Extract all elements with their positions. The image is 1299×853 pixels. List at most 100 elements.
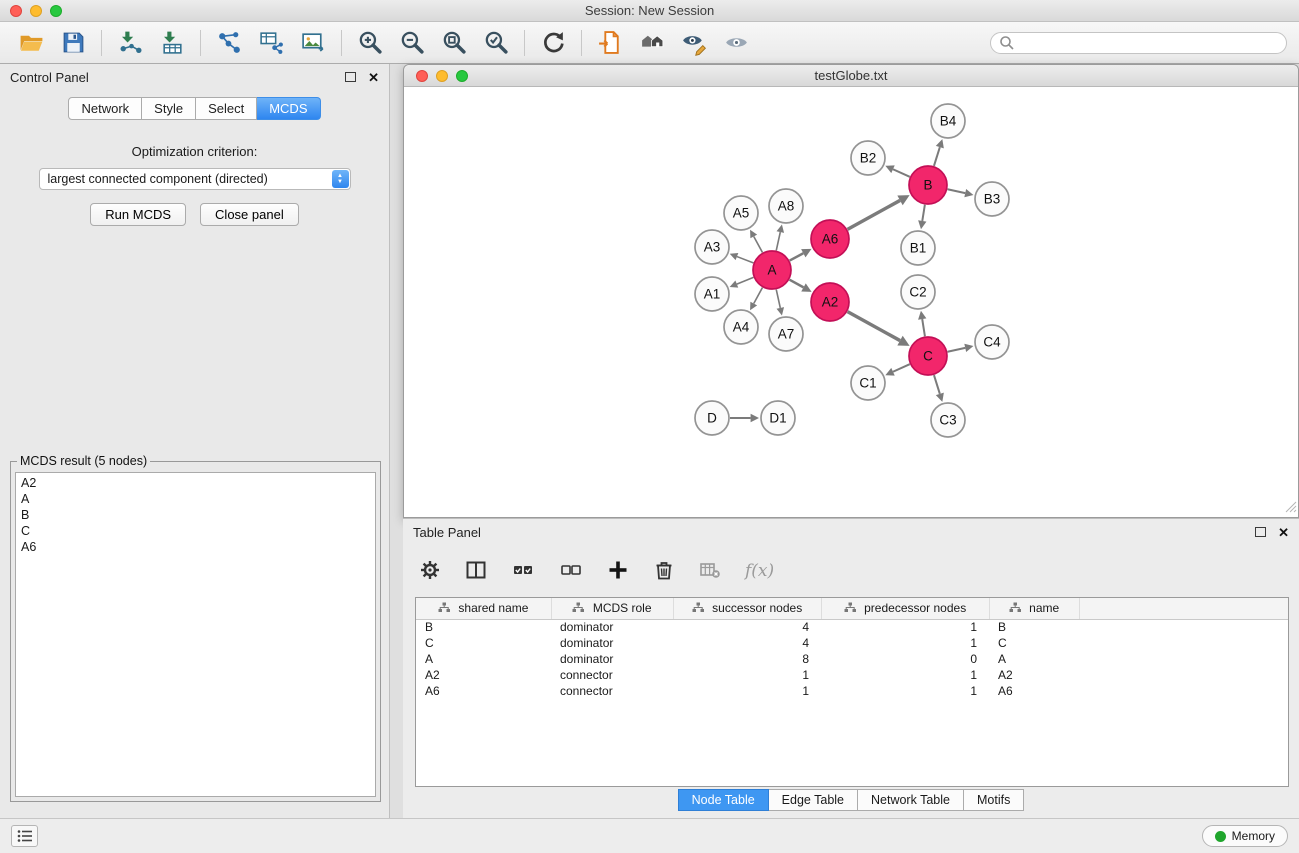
network-window-titlebar[interactable]: testGlobe.txt xyxy=(404,65,1298,87)
zoom-in-button[interactable] xyxy=(349,25,391,61)
graph-edge-A-A1[interactable] xyxy=(737,277,754,284)
graph-edge-B-B1[interactable] xyxy=(922,205,925,221)
save-session-button[interactable] xyxy=(52,25,94,61)
graph-node-A4[interactable]: A4 xyxy=(724,310,758,344)
graph-node-A3[interactable]: A3 xyxy=(695,230,729,264)
graph-edge-C-C2[interactable] xyxy=(922,319,925,336)
graph-node-C1[interactable]: C1 xyxy=(851,366,885,400)
table-cell[interactable]: A6 xyxy=(989,683,1079,699)
graph-edge-B-B3[interactable] xyxy=(948,189,966,193)
table-cell[interactable]: 4 xyxy=(673,619,821,635)
mcds-result-item[interactable]: A2 xyxy=(21,475,370,491)
column-browser-button[interactable] xyxy=(465,559,487,584)
memory-button[interactable]: Memory xyxy=(1202,825,1288,847)
add-column-button[interactable] xyxy=(607,559,629,584)
table-cell[interactable]: 8 xyxy=(673,651,821,667)
column-header-successor-nodes[interactable]: successor nodes xyxy=(673,598,821,619)
tab-edge-table[interactable]: Edge Table xyxy=(769,789,858,811)
graph-node-B3[interactable]: B3 xyxy=(975,182,1009,216)
open-document-button[interactable] xyxy=(589,25,631,61)
graph-node-B2[interactable]: B2 xyxy=(851,141,885,175)
network-canvas[interactable]: B4B2BB3A5A8A6B1A3AC2A1A2A4A7C4CC1DD1C3 xyxy=(404,87,1298,517)
column-header-name[interactable]: name xyxy=(989,598,1079,619)
zoom-window-button[interactable] xyxy=(50,5,62,17)
graph-edge-C-C1[interactable] xyxy=(893,364,910,372)
tab-network[interactable]: Network xyxy=(68,97,142,120)
close-panel-icon[interactable]: ✕ xyxy=(1278,526,1289,539)
tab-style[interactable]: Style xyxy=(142,97,196,120)
mcds-result-item[interactable]: A xyxy=(21,491,370,507)
search-input[interactable] xyxy=(1018,36,1278,50)
network-zoom-button[interactable] xyxy=(456,70,468,82)
resize-grip[interactable] xyxy=(1285,501,1297,516)
table-cell[interactable]: 1 xyxy=(821,619,989,635)
table-cell[interactable]: B xyxy=(989,619,1079,635)
close-panel-button[interactable]: Close panel xyxy=(200,203,299,226)
table-row[interactable]: A6connector11A6 xyxy=(416,683,1288,699)
table-cell[interactable]: connector xyxy=(551,683,673,699)
table-cell[interactable]: A xyxy=(989,651,1079,667)
mcds-result-list[interactable]: A2ABCA6 xyxy=(15,472,376,797)
annotation-view-button[interactable] xyxy=(673,25,715,61)
mcds-result-item[interactable]: C xyxy=(21,523,370,539)
graph-node-B[interactable]: B xyxy=(909,166,947,204)
graph-edge-A-A5[interactable] xyxy=(754,236,763,252)
table-cell[interactable]: A2 xyxy=(989,667,1079,683)
graph-edge-B-B2[interactable] xyxy=(893,169,910,177)
table-cell[interactable]: A2 xyxy=(416,667,551,683)
table-row[interactable]: Cdominator41C xyxy=(416,635,1288,651)
table-row[interactable]: A2connector11A2 xyxy=(416,667,1288,683)
graph-edge-A6-B[interactable] xyxy=(848,200,901,229)
tab-motifs[interactable]: Motifs xyxy=(964,789,1024,811)
table-cell[interactable]: dominator xyxy=(551,651,673,667)
network-minimize-button[interactable] xyxy=(436,70,448,82)
refresh-button[interactable] xyxy=(532,25,574,61)
deselect-all-button[interactable] xyxy=(559,559,583,584)
graph-edge-A-A6[interactable] xyxy=(790,253,804,260)
table-cell[interactable]: A xyxy=(416,651,551,667)
graph-edge-A-A2[interactable] xyxy=(790,280,804,288)
graph-node-B1[interactable]: B1 xyxy=(901,231,935,265)
float-panel-icon[interactable] xyxy=(345,72,356,82)
import-network-button[interactable] xyxy=(109,25,151,61)
table-cell[interactable]: A6 xyxy=(416,683,551,699)
search-field[interactable] xyxy=(990,32,1287,54)
zoom-out-button[interactable] xyxy=(391,25,433,61)
import-table-button[interactable] xyxy=(151,25,193,61)
graph-node-A2[interactable]: A2 xyxy=(811,283,849,321)
new-network-button[interactable] xyxy=(208,25,250,61)
graph-edge-B-B4[interactable] xyxy=(934,147,940,166)
graph-edge-A-A7[interactable] xyxy=(776,290,780,308)
graph-node-C3[interactable]: C3 xyxy=(931,403,965,437)
delete-button[interactable] xyxy=(653,559,675,584)
graph-edge-A-A8[interactable] xyxy=(776,232,780,250)
table-cell[interactable]: dominator xyxy=(551,635,673,651)
delete-column-button[interactable] xyxy=(699,559,721,584)
close-window-button[interactable] xyxy=(10,5,22,17)
table-cell[interactable]: 1 xyxy=(673,683,821,699)
new-table-button[interactable] xyxy=(250,25,292,61)
graph-node-A8[interactable]: A8 xyxy=(769,189,803,223)
graph-node-A7[interactable]: A7 xyxy=(769,317,803,351)
graph-node-A1[interactable]: A1 xyxy=(695,277,729,311)
select-all-button[interactable] xyxy=(511,559,535,584)
graph-node-D[interactable]: D xyxy=(695,401,729,435)
zoom-selected-button[interactable] xyxy=(475,25,517,61)
column-header-MCDS-role[interactable]: MCDS role xyxy=(551,598,673,619)
float-panel-icon[interactable] xyxy=(1255,527,1266,537)
tab-network-table[interactable]: Network Table xyxy=(858,789,964,811)
table-cell[interactable]: 4 xyxy=(673,635,821,651)
mcds-result-item[interactable]: A6 xyxy=(21,539,370,555)
function-builder-button[interactable]: f(x) xyxy=(745,561,774,581)
tab-select[interactable]: Select xyxy=(196,97,257,120)
mcds-result-item[interactable]: B xyxy=(21,507,370,523)
export-image-button[interactable] xyxy=(292,25,334,61)
table-settings-button[interactable] xyxy=(419,559,441,584)
graph-node-C[interactable]: C xyxy=(909,337,947,375)
show-hide-button[interactable] xyxy=(715,25,757,61)
optimization-dropdown[interactable]: largest connected component (directed) ▲… xyxy=(39,168,351,190)
table-cell[interactable]: C xyxy=(416,635,551,651)
home-button[interactable] xyxy=(631,25,673,61)
tab-mcds[interactable]: MCDS xyxy=(257,97,320,120)
table-cell[interactable]: 1 xyxy=(673,667,821,683)
